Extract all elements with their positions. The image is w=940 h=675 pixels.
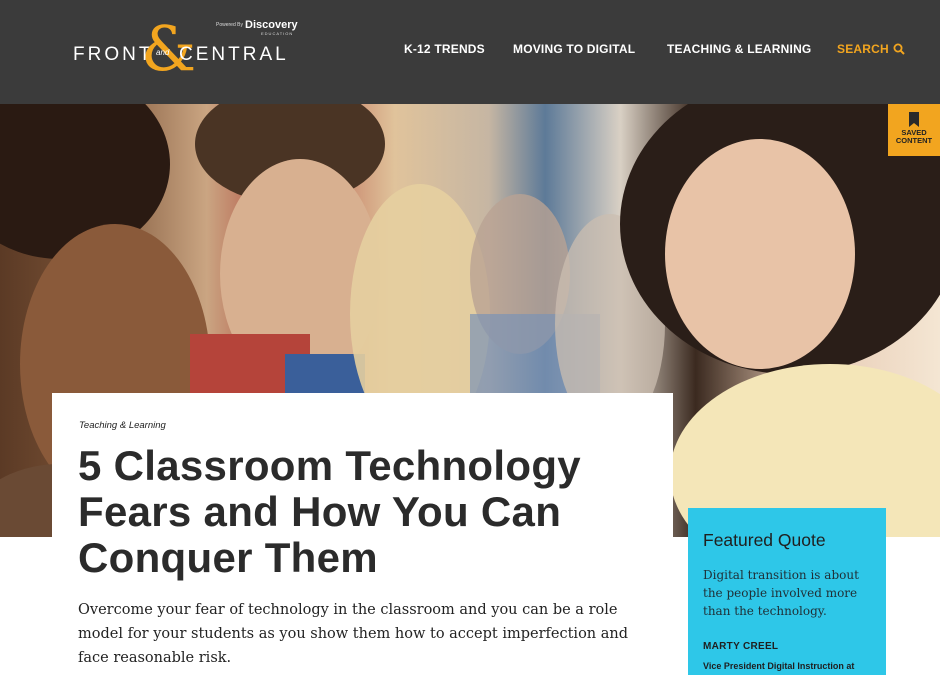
powered-by-text: Powered By <box>216 22 243 28</box>
logo-and-text: and <box>156 48 170 57</box>
search-icon <box>893 43 905 55</box>
nav-teaching-learning[interactable]: TEACHING & LEARNING <box>667 42 811 56</box>
quote-author-role: Vice President Digital Instruction at <box>703 661 855 671</box>
saved-content-button[interactable]: SAVED CONTENT <box>888 104 940 156</box>
featured-quote-box: Featured Quote Digital transition is abo… <box>688 508 886 675</box>
partner-logo-text: Discovery <box>245 19 298 31</box>
article-card: Teaching & Learning 5 Classroom Technolo… <box>52 393 673 675</box>
site-logo[interactable]: FRONT & and CENTRAL Powered By Discovery… <box>73 18 313 88</box>
article-title: 5 Classroom Technology Fears and How You… <box>78 442 581 581</box>
article-summary: Overcome your fear of technology in the … <box>78 602 629 666</box>
featured-quote-heading: Featured Quote <box>703 530 826 550</box>
nav-k12-trends[interactable]: K-12 TRENDS <box>404 42 485 56</box>
search-label: SEARCH <box>837 42 889 56</box>
quote-author-name: MARTY CREEL <box>703 641 779 652</box>
article-category-link[interactable]: Teaching & Learning <box>79 420 166 431</box>
bookmark-icon <box>909 112 919 127</box>
saved-content-label-2: CONTENT <box>895 136 933 145</box>
partner-sub-text: EDUCATION <box>261 31 294 36</box>
search-button[interactable]: SEARCH <box>837 42 905 56</box>
site-header: FRONT & and CENTRAL Powered By Discovery… <box>0 0 940 104</box>
logo-central-text: CENTRAL <box>179 44 289 65</box>
nav-moving-to-digital[interactable]: MOVING TO DIGITAL <box>513 42 635 56</box>
featured-quote-text: Digital transition is about the people i… <box>703 568 859 618</box>
